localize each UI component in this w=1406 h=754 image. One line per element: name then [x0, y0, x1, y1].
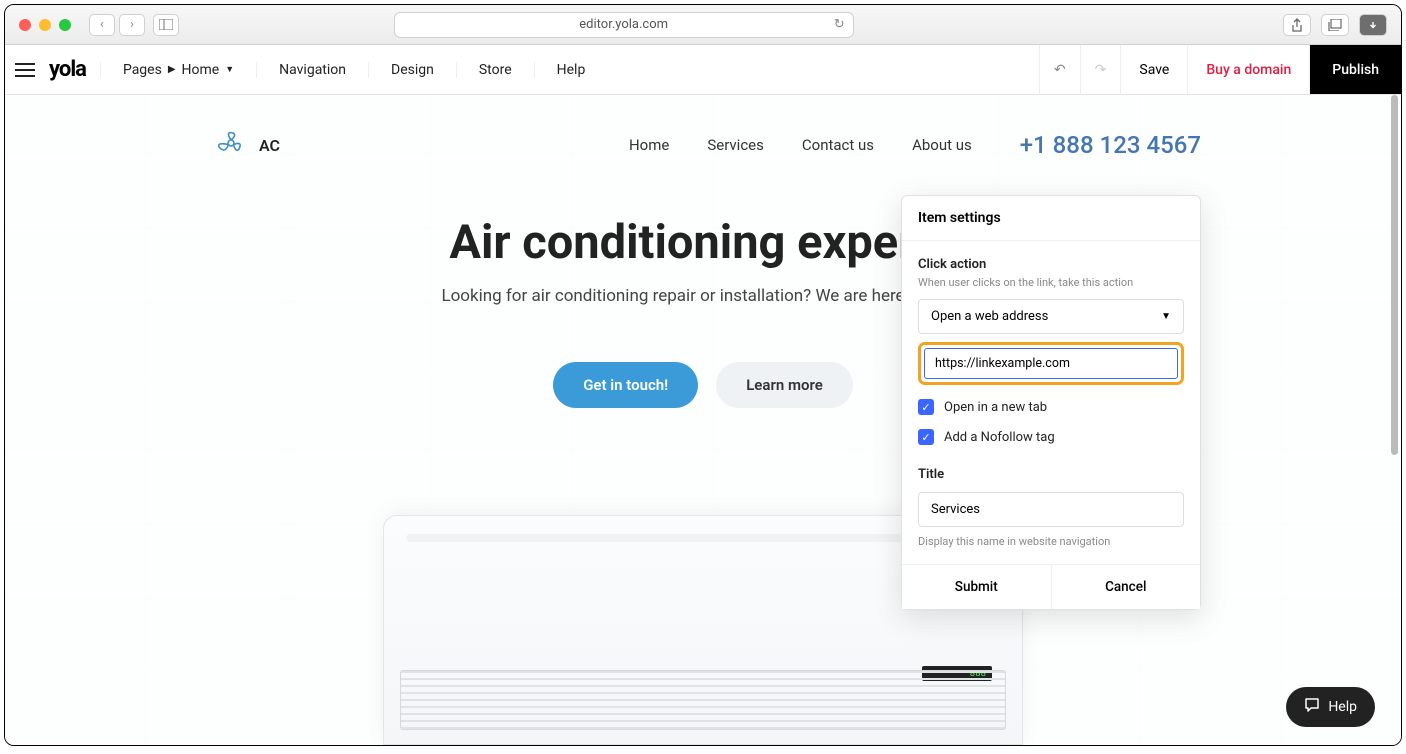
- nav-link-home[interactable]: Home: [629, 136, 669, 154]
- save-button[interactable]: Save: [1120, 45, 1187, 94]
- nofollow-checkbox[interactable]: ✓: [918, 429, 934, 445]
- yola-logo[interactable]: yola: [45, 57, 100, 82]
- site-logo[interactable]: AC: [215, 127, 280, 163]
- nav-store[interactable]: Store: [456, 62, 534, 78]
- cta-primary-button[interactable]: Get in touch!: [553, 362, 698, 408]
- buy-domain-button[interactable]: Buy a domain: [1187, 45, 1309, 94]
- click-action-help: When user clicks on the link, take this …: [918, 276, 1184, 289]
- chevron-down-icon: ▼: [1161, 311, 1171, 322]
- url-text: editor.yola.com: [579, 17, 668, 32]
- nofollow-label: Add a Nofollow tag: [944, 430, 1055, 445]
- title-label: Title: [918, 467, 1184, 482]
- menu-icon[interactable]: [5, 63, 45, 77]
- nav-design[interactable]: Design: [368, 62, 456, 78]
- chat-icon: [1304, 697, 1320, 717]
- refresh-icon[interactable]: ↻: [834, 17, 845, 32]
- help-widget[interactable]: Help: [1286, 687, 1375, 727]
- back-button[interactable]: ‹: [89, 14, 115, 36]
- redo-button[interactable]: ↷: [1080, 45, 1121, 94]
- site-navigation: Home Services Contact us About us: [629, 136, 972, 154]
- tabs-icon[interactable]: [1321, 14, 1349, 36]
- cta-secondary-button[interactable]: Learn more: [716, 362, 853, 408]
- nav-navigation[interactable]: Navigation: [256, 62, 368, 78]
- minimize-window[interactable]: [39, 19, 51, 31]
- address-bar[interactable]: editor.yola.com ↻: [394, 12, 854, 38]
- title-help: Display this name in website navigation: [918, 535, 1184, 548]
- panel-title: Item settings: [902, 196, 1200, 241]
- download-icon[interactable]: [1359, 14, 1387, 36]
- sidebar-toggle[interactable]: [153, 14, 179, 36]
- open-new-tab-label: Open in a new tab: [944, 400, 1047, 415]
- cancel-button[interactable]: Cancel: [1052, 565, 1201, 609]
- close-window[interactable]: [19, 19, 31, 31]
- nav-link-about[interactable]: About us: [912, 136, 972, 154]
- window-controls: [19, 19, 71, 31]
- browser-chrome: ‹ › editor.yola.com ↻: [5, 5, 1401, 45]
- pages-dropdown[interactable]: Pages ▶ Home ▼: [100, 62, 256, 78]
- phone-number[interactable]: +1 888 123 4567: [1020, 131, 1201, 159]
- undo-button[interactable]: ↶: [1039, 45, 1080, 94]
- fan-icon: [215, 127, 247, 163]
- site-logo-text: AC: [259, 136, 280, 155]
- open-new-tab-checkbox[interactable]: ✓: [918, 399, 934, 415]
- url-input-highlight: [918, 342, 1184, 385]
- url-input[interactable]: [924, 348, 1178, 379]
- maximize-window[interactable]: [59, 19, 71, 31]
- nav-help[interactable]: Help: [534, 62, 608, 78]
- publish-button[interactable]: Publish: [1309, 45, 1401, 94]
- site-header: AC Home Services Contact us About us +1 …: [5, 95, 1401, 163]
- item-settings-panel: Item settings Click action When user cli…: [901, 195, 1201, 610]
- submit-button[interactable]: Submit: [902, 565, 1052, 609]
- editor-toolbar: yola Pages ▶ Home ▼ Navigation Design St…: [5, 45, 1401, 95]
- nav-link-contact[interactable]: Contact us: [802, 136, 874, 154]
- click-action-select[interactable]: Open a web address ▼: [918, 299, 1184, 334]
- forward-button[interactable]: ›: [119, 14, 145, 36]
- nav-link-services[interactable]: Services: [707, 136, 764, 154]
- title-input[interactable]: [918, 492, 1184, 527]
- share-icon[interactable]: [1283, 14, 1311, 36]
- click-action-label: Click action: [918, 257, 1184, 272]
